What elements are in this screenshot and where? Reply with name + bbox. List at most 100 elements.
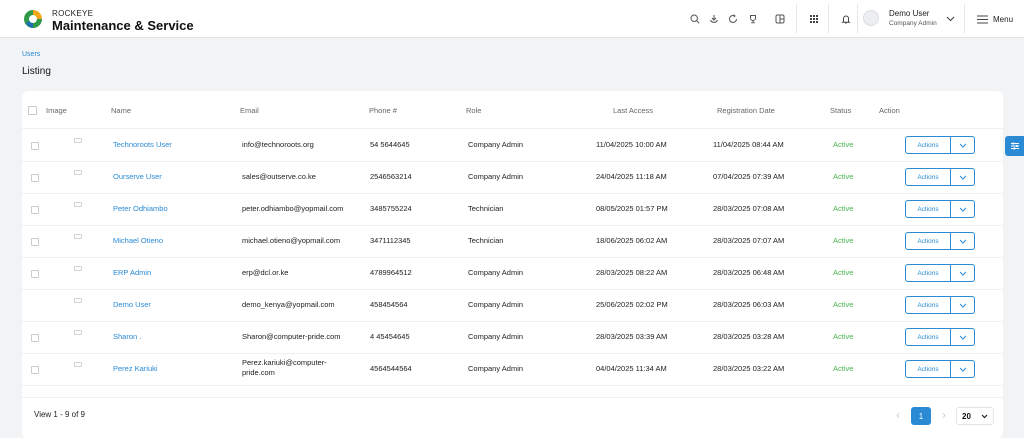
table-row[interactable]: Perez Kariuki Perez.kariuki@computer-prid… <box>22 354 1003 386</box>
chevron-down-icon <box>959 367 966 372</box>
refresh-icon[interactable] <box>726 12 740 26</box>
actions-button[interactable]: Actions <box>905 264 951 282</box>
user-image-placeholder-icon <box>70 170 86 184</box>
actions-button[interactable]: Actions <box>905 168 951 186</box>
search-icon[interactable] <box>688 12 702 26</box>
actions-button[interactable]: Actions <box>905 200 951 218</box>
actions-button[interactable]: Actions <box>905 232 951 250</box>
cell-phone: 4789964512 <box>370 268 412 277</box>
user-image-placeholder-icon <box>70 266 86 280</box>
user-image-placeholder-icon <box>70 138 86 152</box>
table-row[interactable]: Peter Odhiambo peter.odhiambo@yopmail.com… <box>22 194 1003 226</box>
actions-dropdown-toggle[interactable] <box>951 168 975 186</box>
cell-status: Active <box>833 204 854 213</box>
actions-dropdown-toggle[interactable] <box>951 328 975 346</box>
cell-role: Company Admin <box>468 268 524 277</box>
user-name[interactable]: Demo User <box>889 9 929 18</box>
actions-dropdown-toggle[interactable] <box>951 360 975 378</box>
table-row[interactable]: Ourserve User sales@outserve.co.ke 2546563… <box>22 162 1003 194</box>
cell-phone: 54 5644645 <box>370 140 410 149</box>
cell-name[interactable]: Demo User <box>113 300 151 309</box>
cell-status: Active <box>833 172 854 181</box>
top-bar: ROCKEYE Maintenance & Service Demo User … <box>0 0 1024 38</box>
current-page-button[interactable]: 1 <box>911 407 931 425</box>
chevron-down-icon <box>959 303 966 308</box>
cell-role: Technician <box>468 204 504 213</box>
row-checkbox[interactable] <box>31 174 39 182</box>
user-image-placeholder-icon <box>70 330 86 344</box>
view-count: View 1 - 9 of 9 <box>34 410 85 419</box>
next-page-icon[interactable]: › <box>938 408 950 424</box>
select-all-checkbox[interactable] <box>28 106 37 115</box>
table-row[interactable]: Sharon . Sharon@computer-pride.com 4 45454… <box>22 322 1003 354</box>
table-row[interactable]: ERP Admin erp@dcl.or.ke 4789964512 Company … <box>22 258 1003 290</box>
cell-role: Company Admin <box>468 364 524 373</box>
cell-status: Active <box>833 332 854 341</box>
table-row[interactable]: Demo User demo_kenya@yopmail.com 458454564… <box>22 290 1003 322</box>
column-header-name: Name <box>111 106 132 115</box>
table-header: Image Name Email Phone # Role Last Acces… <box>22 91 1003 129</box>
table-row[interactable]: Technoroots User info@technoroots.org 54 5… <box>22 130 1003 162</box>
cell-role: Company Admin <box>468 172 524 181</box>
cell-registration-date: 28/03/2025 07:07 AM <box>713 236 785 245</box>
cell-name[interactable]: Perez Kariuki <box>113 364 158 373</box>
chevron-down-icon <box>959 175 966 180</box>
actions-dropdown-toggle[interactable] <box>951 264 975 282</box>
cell-email: peter.odhiambo@yopmail.com <box>242 204 344 213</box>
actions-dropdown-toggle[interactable] <box>951 232 975 250</box>
previous-page-icon[interactable]: ‹ <box>892 408 904 424</box>
cell-name[interactable]: Peter Odhiambo <box>113 204 168 213</box>
hamburger-icon[interactable] <box>975 12 989 26</box>
cell-registration-date: 28/03/2025 03:28 AM <box>713 332 785 341</box>
divider <box>964 4 965 34</box>
row-checkbox[interactable] <box>31 366 39 374</box>
actions-button[interactable]: Actions <box>905 296 951 314</box>
actions-dropdown-toggle[interactable] <box>951 200 975 218</box>
layout-icon[interactable] <box>773 12 787 26</box>
cell-email: demo_kenya@yopmail.com <box>242 300 335 309</box>
breadcrumb[interactable]: Users <box>22 51 40 58</box>
chevron-down-icon <box>959 143 966 148</box>
divider <box>796 4 797 34</box>
download-icon[interactable] <box>707 12 721 26</box>
chevron-down-icon <box>959 207 966 212</box>
bell-icon[interactable] <box>839 12 853 26</box>
cell-registration-date: 28/03/2025 06:03 AM <box>713 300 785 309</box>
cell-last-access: 28/03/2025 08:22 AM <box>596 268 668 277</box>
table-row[interactable]: Michael Otieno michael.otieno@yopmail.com… <box>22 226 1003 258</box>
row-checkbox[interactable] <box>31 238 39 246</box>
chevron-down-icon <box>959 271 966 276</box>
cell-phone: 458454564 <box>370 300 408 309</box>
column-header-role: Role <box>466 106 482 115</box>
user-image-placeholder-icon <box>70 362 86 376</box>
cell-name[interactable]: Michael Otieno <box>113 236 163 245</box>
actions-button[interactable]: Actions <box>905 136 951 154</box>
row-checkbox[interactable] <box>31 334 39 342</box>
cell-name[interactable]: Sharon . <box>113 332 141 341</box>
cell-role: Company Admin <box>468 140 524 149</box>
actions-dropdown-toggle[interactable] <box>951 136 975 154</box>
divider <box>857 4 858 34</box>
row-checkbox[interactable] <box>31 270 39 278</box>
column-header-phone: Phone # <box>369 106 397 115</box>
trophy-icon[interactable] <box>746 12 760 26</box>
page-size-select[interactable]: 20 <box>956 407 994 425</box>
avatar[interactable] <box>863 10 879 26</box>
apps-grid-icon[interactable] <box>807 12 821 26</box>
page-size-value: 20 <box>962 411 971 421</box>
user-role: Company Admin <box>889 20 937 27</box>
cell-last-access: 24/04/2025 11:18 AM <box>596 172 667 181</box>
cell-name[interactable]: Ourserve User <box>113 172 162 181</box>
cell-name[interactable]: ERP Admin <box>113 268 151 277</box>
menu-button[interactable]: Menu <box>993 15 1013 24</box>
cell-phone: 2546563214 <box>370 172 412 181</box>
actions-button[interactable]: Actions <box>905 328 951 346</box>
row-checkbox[interactable] <box>31 142 39 150</box>
actions-dropdown-toggle[interactable] <box>951 296 975 314</box>
row-checkbox[interactable] <box>31 206 39 214</box>
actions-button[interactable]: Actions <box>905 360 951 378</box>
cell-phone: 4564544564 <box>370 364 412 373</box>
chevron-down-icon[interactable] <box>943 12 957 26</box>
cell-name[interactable]: Technoroots User <box>113 140 172 149</box>
filter-settings-button[interactable] <box>1005 136 1024 156</box>
